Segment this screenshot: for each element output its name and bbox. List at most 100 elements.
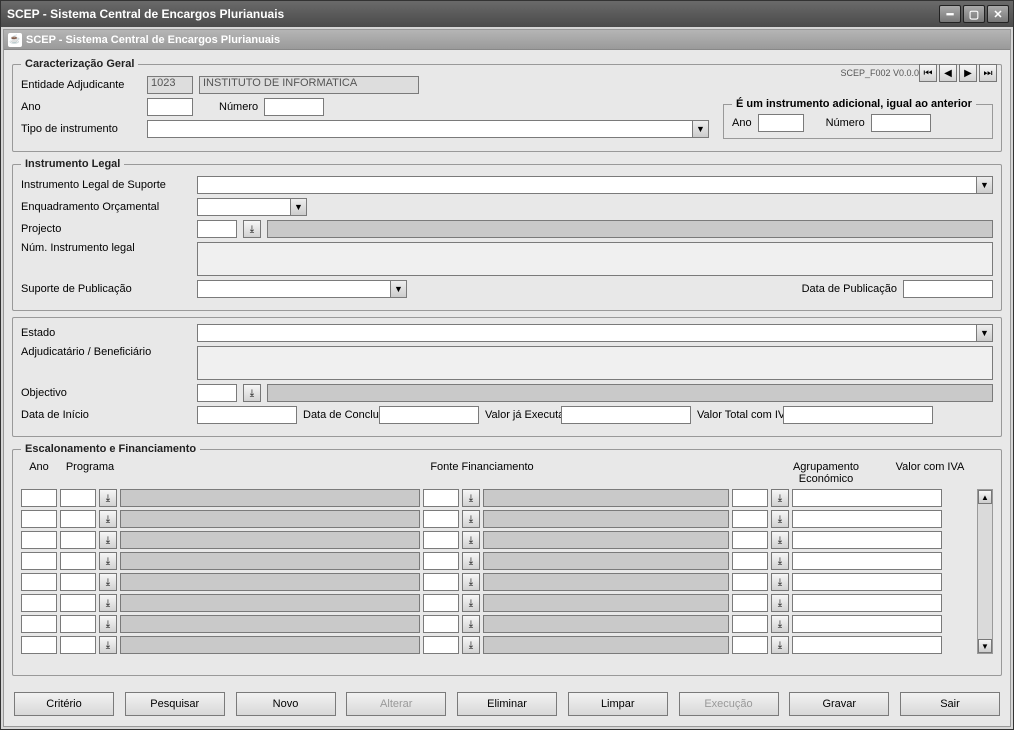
minimize-button[interactable]: ━ <box>939 5 961 23</box>
ano-cell[interactable] <box>21 636 57 654</box>
criterio-button[interactable]: Critério <box>14 692 114 716</box>
agrup-lookup-button[interactable]: ⤓ <box>771 489 789 507</box>
eliminar-button[interactable]: Eliminar <box>457 692 557 716</box>
sair-button[interactable]: Sair <box>900 692 1000 716</box>
agrup-code-cell[interactable] <box>732 594 768 612</box>
programa-code-cell[interactable] <box>60 594 96 612</box>
data-inicio-field[interactable] <box>197 406 297 424</box>
programa-lookup-button[interactable]: ⤓ <box>99 594 117 612</box>
valor-cell[interactable] <box>792 552 942 570</box>
ano-cell[interactable] <box>21 552 57 570</box>
ano-cell[interactable] <box>21 615 57 633</box>
programa-code-cell[interactable] <box>60 615 96 633</box>
enquadramento-select[interactable]: ▼ <box>197 198 307 216</box>
valor-cell[interactable] <box>792 510 942 528</box>
programa-code-cell[interactable] <box>60 573 96 591</box>
programa-lookup-button[interactable]: ⤓ <box>99 615 117 633</box>
fonte-code-cell[interactable] <box>423 615 459 633</box>
nav-first-button[interactable]: ⏮ <box>919 64 937 82</box>
fonte-code-cell[interactable] <box>423 552 459 570</box>
fonte-code-cell[interactable] <box>423 636 459 654</box>
limpar-button[interactable]: Limpar <box>568 692 668 716</box>
fonte-code-cell[interactable] <box>423 594 459 612</box>
fonte-lookup-button[interactable]: ⤓ <box>462 615 480 633</box>
adjudicatario-field[interactable] <box>197 346 993 380</box>
programa-lookup-button[interactable]: ⤓ <box>99 531 117 549</box>
programa-lookup-button[interactable]: ⤓ <box>99 489 117 507</box>
fonte-code-cell[interactable] <box>423 573 459 591</box>
agrup-lookup-button[interactable]: ⤓ <box>771 594 789 612</box>
agrup-lookup-button[interactable]: ⤓ <box>771 531 789 549</box>
scroll-down-button[interactable]: ▼ <box>978 639 992 653</box>
valor-cell[interactable] <box>792 594 942 612</box>
suporte-pub-select[interactable]: ▼ <box>197 280 407 298</box>
fonte-lookup-button[interactable]: ⤓ <box>462 636 480 654</box>
agrup-code-cell[interactable] <box>732 489 768 507</box>
fonte-lookup-button[interactable]: ⤓ <box>462 489 480 507</box>
agrup-code-cell[interactable] <box>732 510 768 528</box>
programa-code-cell[interactable] <box>60 552 96 570</box>
ano-field[interactable] <box>147 98 193 116</box>
scroll-up-button[interactable]: ▲ <box>978 490 992 504</box>
fonte-lookup-button[interactable]: ⤓ <box>462 573 480 591</box>
agrup-code-cell[interactable] <box>732 636 768 654</box>
agrup-lookup-button[interactable]: ⤓ <box>771 636 789 654</box>
nav-last-button[interactable]: ⏭ <box>979 64 997 82</box>
fonte-code-cell[interactable] <box>423 510 459 528</box>
num-instrumento-field[interactable] <box>197 242 993 276</box>
ano-cell[interactable] <box>21 573 57 591</box>
fonte-lookup-button[interactable]: ⤓ <box>462 594 480 612</box>
maximize-button[interactable]: ▢ <box>963 5 985 23</box>
objectivo-code-field[interactable] <box>197 384 237 402</box>
fonte-code-cell[interactable] <box>423 489 459 507</box>
valor-cell[interactable] <box>792 615 942 633</box>
programa-code-cell[interactable] <box>60 489 96 507</box>
fonte-code-cell[interactable] <box>423 531 459 549</box>
estado-select[interactable]: ▼ <box>197 324 993 342</box>
agrup-lookup-button[interactable]: ⤓ <box>771 615 789 633</box>
adicional-numero-field[interactable] <box>871 114 931 132</box>
ano-cell[interactable] <box>21 594 57 612</box>
tipo-instrumento-select[interactable]: ▼ <box>147 120 709 138</box>
projecto-lookup-button[interactable]: ⤓ <box>243 220 261 238</box>
fonte-lookup-button[interactable]: ⤓ <box>462 531 480 549</box>
programa-code-cell[interactable] <box>60 510 96 528</box>
data-conclusao-field[interactable] <box>379 406 479 424</box>
fonte-lookup-button[interactable]: ⤓ <box>462 510 480 528</box>
ano-cell[interactable] <box>21 489 57 507</box>
agrup-code-cell[interactable] <box>732 573 768 591</box>
programa-code-cell[interactable] <box>60 531 96 549</box>
numero-field[interactable] <box>264 98 324 116</box>
agrup-lookup-button[interactable]: ⤓ <box>771 510 789 528</box>
valor-cell[interactable] <box>792 489 942 507</box>
pesquisar-button[interactable]: Pesquisar <box>125 692 225 716</box>
programa-lookup-button[interactable]: ⤓ <box>99 636 117 654</box>
valor-total-field[interactable] <box>783 406 933 424</box>
agrup-lookup-button[interactable]: ⤓ <box>771 552 789 570</box>
programa-lookup-button[interactable]: ⤓ <box>99 573 117 591</box>
data-pub-field[interactable] <box>903 280 993 298</box>
agrup-code-cell[interactable] <box>732 531 768 549</box>
close-button[interactable]: ✕ <box>987 5 1009 23</box>
projecto-code-field[interactable] <box>197 220 237 238</box>
valor-cell[interactable] <box>792 531 942 549</box>
agrup-code-cell[interactable] <box>732 615 768 633</box>
novo-button[interactable]: Novo <box>236 692 336 716</box>
suporte-legal-select[interactable]: ▼ <box>197 176 993 194</box>
programa-code-cell[interactable] <box>60 636 96 654</box>
valor-cell[interactable] <box>792 573 942 591</box>
programa-lookup-button[interactable]: ⤓ <box>99 552 117 570</box>
programa-lookup-button[interactable]: ⤓ <box>99 510 117 528</box>
table-scrollbar[interactable]: ▲ ▼ <box>977 489 993 654</box>
nav-next-button[interactable]: ▶ <box>959 64 977 82</box>
agrup-code-cell[interactable] <box>732 552 768 570</box>
fonte-lookup-button[interactable]: ⤓ <box>462 552 480 570</box>
adicional-ano-field[interactable] <box>758 114 804 132</box>
valor-exec-field[interactable] <box>561 406 691 424</box>
agrup-lookup-button[interactable]: ⤓ <box>771 573 789 591</box>
ano-cell[interactable] <box>21 531 57 549</box>
gravar-button[interactable]: Gravar <box>789 692 889 716</box>
ano-cell[interactable] <box>21 510 57 528</box>
valor-cell[interactable] <box>792 636 942 654</box>
nav-prev-button[interactable]: ◀ <box>939 64 957 82</box>
